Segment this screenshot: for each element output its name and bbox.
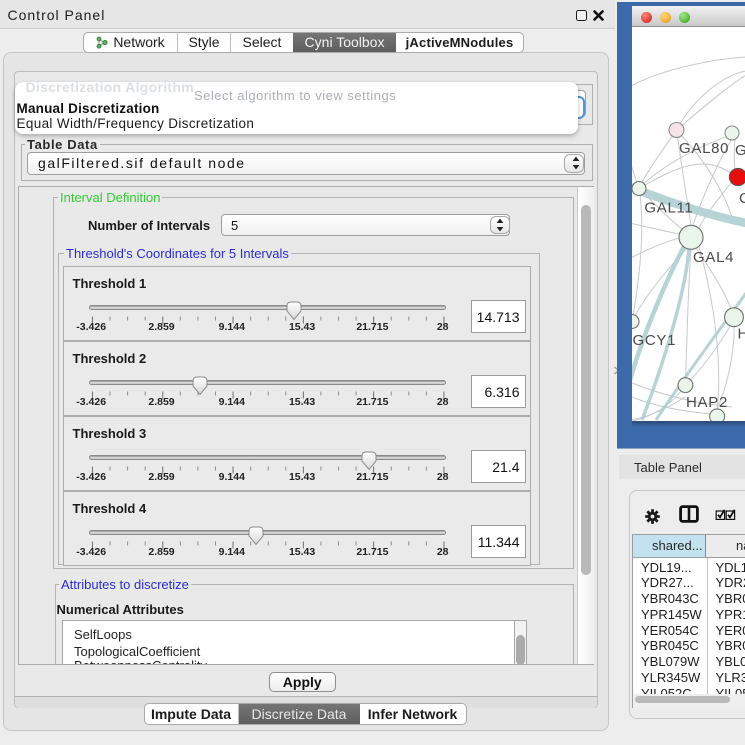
svg-text:H: H (737, 326, 745, 343)
svg-text:C: C (739, 190, 745, 207)
svg-text:HAP2: HAP2 (686, 394, 728, 411)
svg-text:GA: GA (735, 142, 745, 159)
svg-text:GAL11: GAL11 (644, 200, 693, 217)
svg-text:GAL4: GAL4 (693, 249, 734, 266)
svg-text:GCY1: GCY1 (632, 332, 676, 349)
svg-text:GAL80: GAL80 (679, 140, 729, 157)
